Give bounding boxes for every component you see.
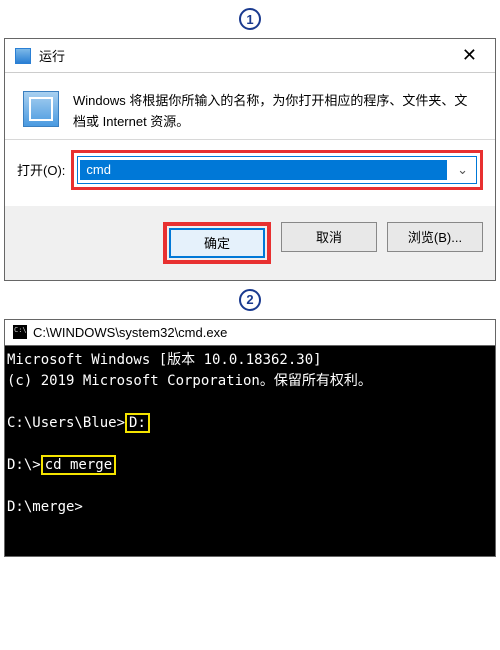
run-icon — [15, 48, 31, 64]
open-label: 打开(O): — [17, 160, 65, 179]
open-combobox[interactable]: cmd ⌄ — [77, 156, 477, 184]
close-icon[interactable]: ✕ — [454, 45, 485, 66]
run-titlebar: 运行 ✕ — [5, 39, 495, 73]
cmd-body[interactable]: Microsoft Windows [版本 10.0.18362.30] (c)… — [5, 346, 495, 556]
step-badge-1: 1 — [239, 8, 261, 30]
cmd-window: C:\WINDOWS\system32\cmd.exe Microsoft Wi… — [4, 319, 496, 557]
cmd-prompt: D:\> — [7, 457, 41, 473]
ok-button[interactable]: 确定 — [169, 228, 265, 258]
cancel-button[interactable]: 取消 — [281, 222, 377, 252]
run-dialog: 运行 ✕ Windows 将根据你所输入的名称，为你打开相应的程序、文件夹、文档… — [4, 38, 496, 281]
step-badge-2: 2 — [239, 289, 261, 311]
browse-button[interactable]: 浏览(B)... — [387, 222, 483, 252]
open-input-highlight: cmd ⌄ — [71, 150, 483, 190]
cmd-titlebar: C:\WINDOWS\system32\cmd.exe — [5, 320, 495, 346]
chevron-down-icon[interactable]: ⌄ — [449, 162, 476, 178]
cmd-highlight-1: D: — [125, 413, 150, 434]
cmd-highlight-2: cd merge — [41, 455, 116, 476]
run-description: Windows 将根据你所输入的名称，为你打开相应的程序、文件夹、文档或 Int… — [73, 91, 477, 133]
button-row: 确定 取消 浏览(B)... — [5, 206, 495, 280]
run-body: Windows 将根据你所输入的名称，为你打开相应的程序、文件夹、文档或 Int… — [5, 73, 495, 140]
open-row: 打开(O): cmd ⌄ — [5, 140, 495, 206]
cmd-prompt: C:\Users\Blue> — [7, 415, 125, 431]
run-title: 运行 — [39, 46, 454, 65]
cmd-prompt: D:\merge> — [7, 499, 83, 515]
cmd-icon — [13, 325, 27, 339]
cmd-line: (c) 2019 Microsoft Corporation。保留所有权利。 — [7, 373, 372, 389]
cmd-title: C:\WINDOWS\system32\cmd.exe — [33, 325, 227, 340]
open-input-value[interactable]: cmd — [80, 160, 447, 180]
run-logo-icon — [23, 91, 59, 127]
ok-button-highlight: 确定 — [163, 222, 271, 264]
cmd-line: Microsoft Windows [版本 10.0.18362.30] — [7, 352, 322, 368]
